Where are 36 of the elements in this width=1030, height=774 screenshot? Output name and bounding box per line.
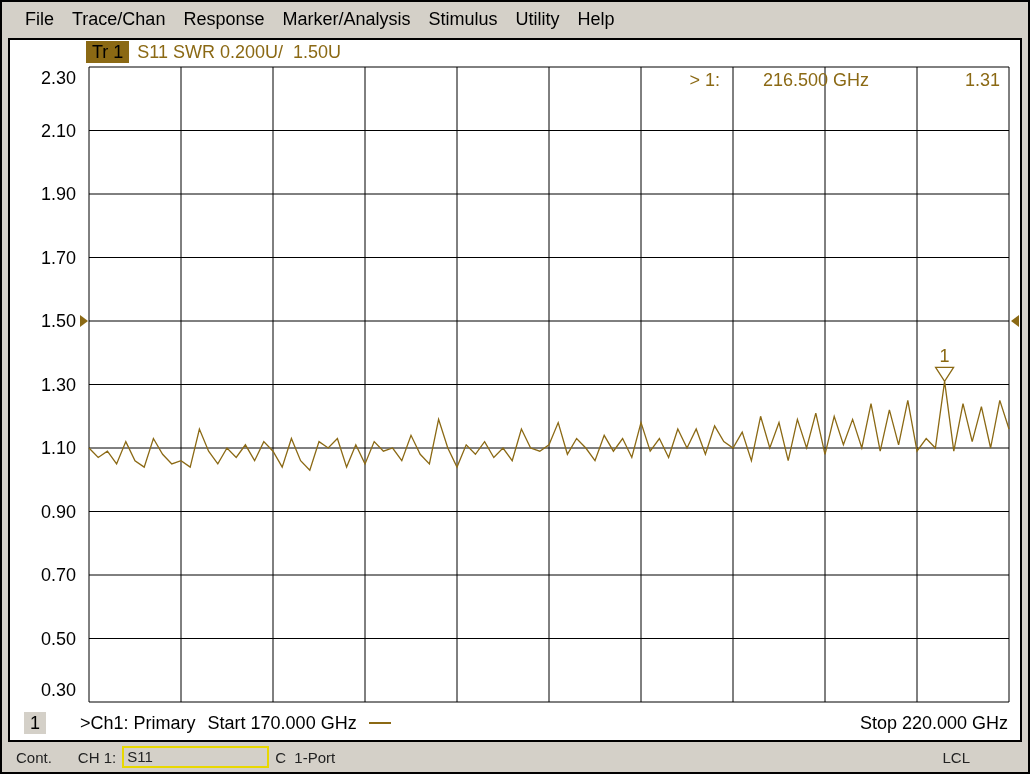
channel-number: 1: [24, 712, 46, 734]
y-tick-label: 1.50: [40, 311, 76, 331]
menu-item[interactable]: Marker/Analysis: [273, 8, 420, 30]
y-tick-label: 0.30: [40, 680, 76, 700]
trace-scale: S11 SWR 0.200U/ 1.50U: [137, 41, 342, 63]
y-tick-label: 0.50: [40, 628, 76, 649]
menu-item[interactable]: Stimulus: [419, 8, 507, 30]
y-tick-label: 2.30: [40, 68, 76, 88]
y-tick-label: 1.90: [40, 184, 76, 204]
menu-item[interactable]: Trace/Chan: [63, 8, 175, 30]
marker-stimulus: 216.500 GHz: [763, 70, 870, 90]
trace-label[interactable]: Tr 1: [86, 41, 130, 63]
y-tick-label: 0.70: [40, 565, 76, 585]
sweep-mode: Cont.: [16, 748, 52, 766]
measurement-field[interactable]: S11: [122, 746, 270, 768]
menu-item[interactable]: Response: [174, 8, 274, 30]
channel-label: CH 1:: [77, 748, 117, 766]
calibration-status: C 1-Port: [275, 748, 336, 766]
start-frequency: Start 170.000 GHz: [207, 712, 357, 734]
reference-arrow-icon: [80, 315, 88, 327]
reference-arrow-icon: [1011, 315, 1019, 327]
remote-status: LCL: [942, 748, 970, 766]
y-tick-label: 1.10: [40, 438, 76, 458]
marker-number: > 1:: [689, 70, 720, 90]
y-tick-label: 2.10: [40, 120, 76, 141]
y-tick-label: 1.30: [40, 374, 76, 395]
menu-item[interactable]: Utility: [506, 8, 569, 30]
stop-frequency: Stop 220.000 GHz: [859, 712, 1008, 734]
channel-title: >Ch1: Primary: [80, 712, 196, 734]
y-tick-label: 1.70: [40, 247, 76, 268]
marker-value: 1.31: [964, 70, 1000, 90]
marker-triangle-icon: [934, 366, 955, 383]
marker-label: 1: [939, 346, 950, 367]
menu-item[interactable]: File: [16, 8, 63, 30]
y-tick-label: 0.90: [40, 501, 76, 522]
menu-item[interactable]: Help: [568, 8, 624, 30]
